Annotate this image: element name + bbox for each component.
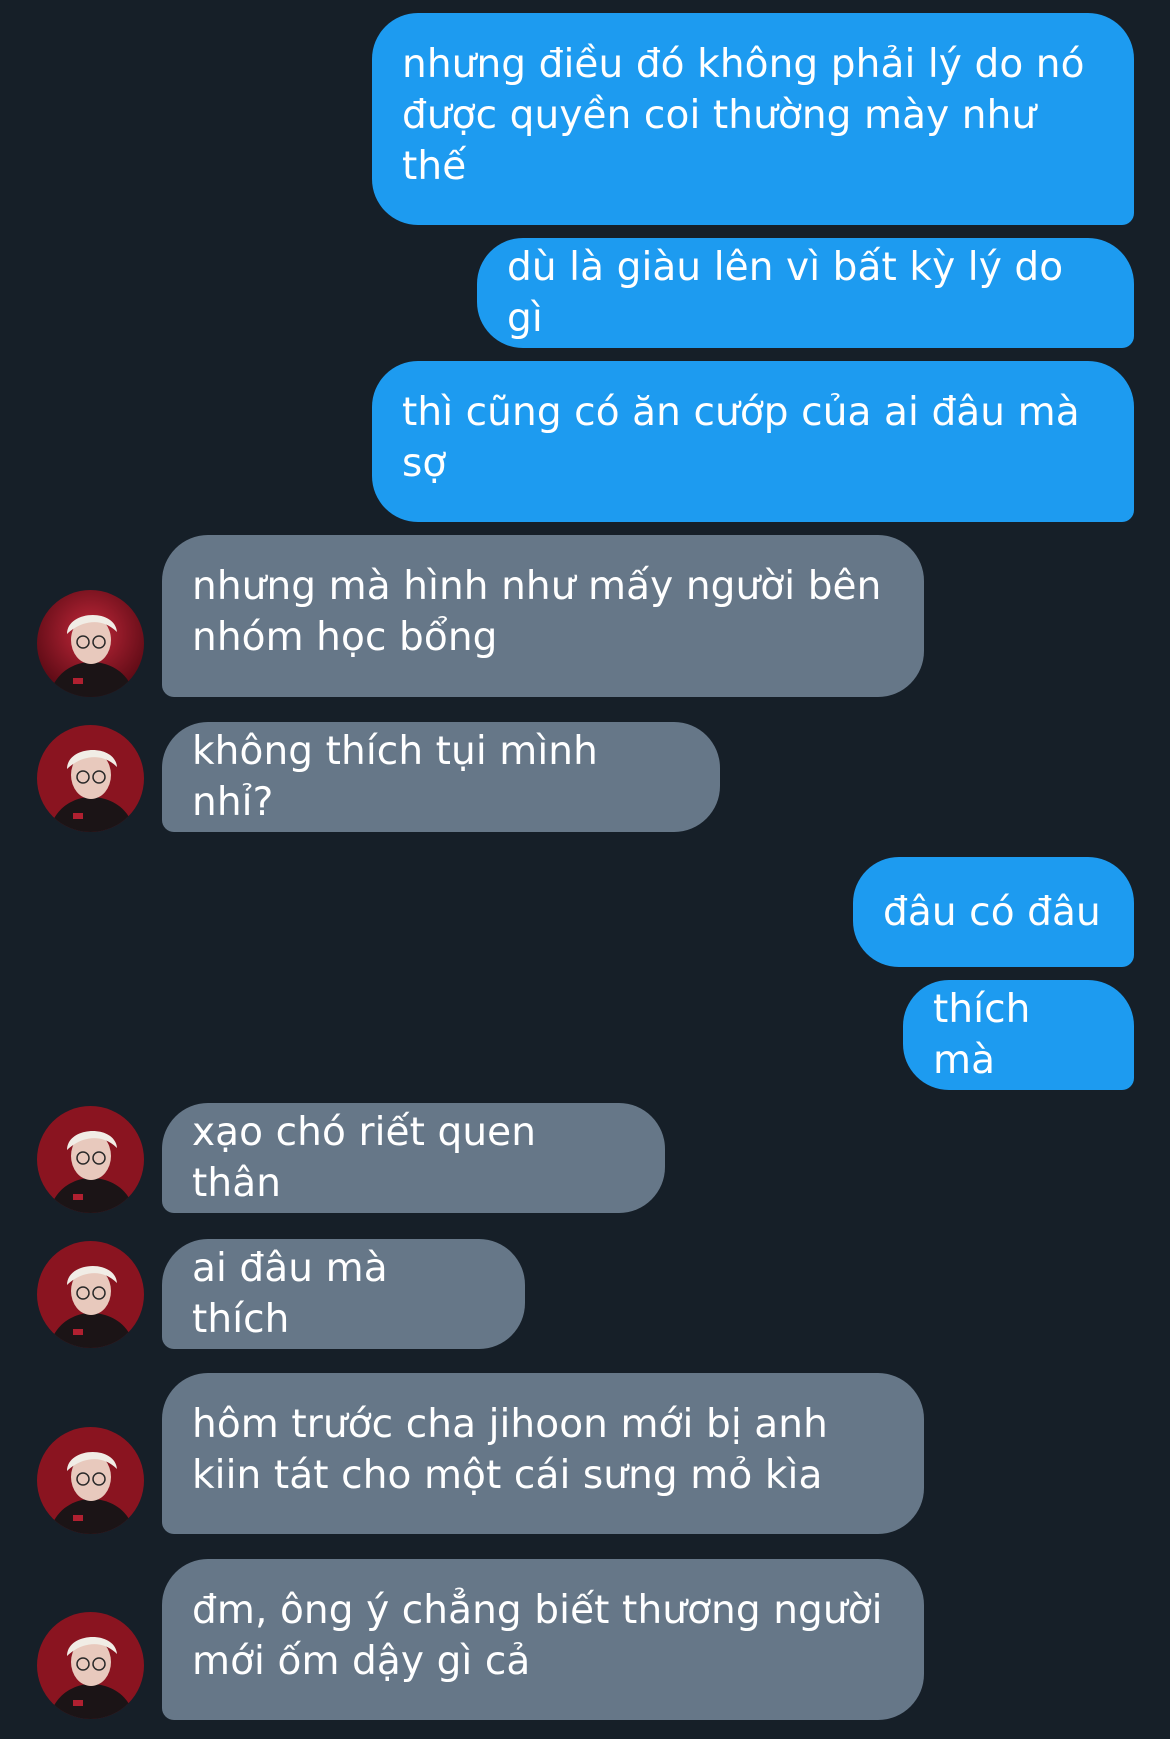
- avatar-image: [37, 725, 144, 832]
- message-bubble-sent[interactable]: thì cũng có ăn cướp của ai đâu mà sợ: [372, 361, 1134, 522]
- message-text: hôm trước cha jihoon mới bị anh kiin tát…: [192, 1402, 828, 1498]
- contact-avatar[interactable]: [37, 1427, 144, 1534]
- message-text: đm, ông ý chẳng biết thương người mới ốm…: [192, 1588, 883, 1684]
- message-text: không thích tụi mình nhỉ?: [192, 729, 598, 825]
- contact-avatar[interactable]: [37, 590, 144, 697]
- message-bubble-received[interactable]: ai đâu mà thích: [162, 1239, 525, 1349]
- avatar-image: [37, 1427, 144, 1534]
- contact-avatar[interactable]: [37, 725, 144, 832]
- message-bubble-received[interactable]: đm, ông ý chẳng biết thương người mới ốm…: [162, 1559, 924, 1720]
- message-text: dù là giàu lên vì bất kỳ lý do gì: [507, 245, 1064, 341]
- message-text: nhưng điều đó không phải lý do nó được q…: [402, 42, 1085, 189]
- contact-avatar[interactable]: [37, 1241, 144, 1348]
- avatar-image: [37, 1612, 144, 1719]
- avatar-image: [37, 590, 144, 697]
- message-text: xạo chó riết quen thân: [192, 1110, 537, 1206]
- message-text: ai đâu mà thích: [192, 1246, 388, 1342]
- avatar-image: [37, 1106, 144, 1213]
- message-text: thì cũng có ăn cướp của ai đâu mà sợ: [402, 390, 1080, 486]
- message-text: thích mà: [933, 987, 1031, 1083]
- chat-screen: nhưng điều đó không phải lý do nó được q…: [0, 0, 1170, 1739]
- message-bubble-sent[interactable]: đâu có đâu: [853, 857, 1134, 967]
- contact-avatar[interactable]: [37, 1612, 144, 1719]
- message-bubble-received[interactable]: xạo chó riết quen thân: [162, 1103, 665, 1213]
- contact-avatar[interactable]: [37, 1106, 144, 1213]
- message-bubble-received[interactable]: nhưng mà hình như mấy người bên nhóm học…: [162, 535, 924, 697]
- message-bubble-received[interactable]: không thích tụi mình nhỉ?: [162, 722, 720, 832]
- avatar-image: [37, 1241, 144, 1348]
- message-bubble-sent[interactable]: nhưng điều đó không phải lý do nó được q…: [372, 13, 1134, 225]
- message-bubble-sent[interactable]: dù là giàu lên vì bất kỳ lý do gì: [477, 238, 1134, 348]
- message-bubble-sent[interactable]: thích mà: [903, 980, 1134, 1090]
- message-text: đâu có đâu: [883, 889, 1101, 935]
- message-text: nhưng mà hình như mấy người bên nhóm học…: [192, 564, 882, 660]
- message-bubble-received[interactable]: hôm trước cha jihoon mới bị anh kiin tát…: [162, 1373, 924, 1534]
